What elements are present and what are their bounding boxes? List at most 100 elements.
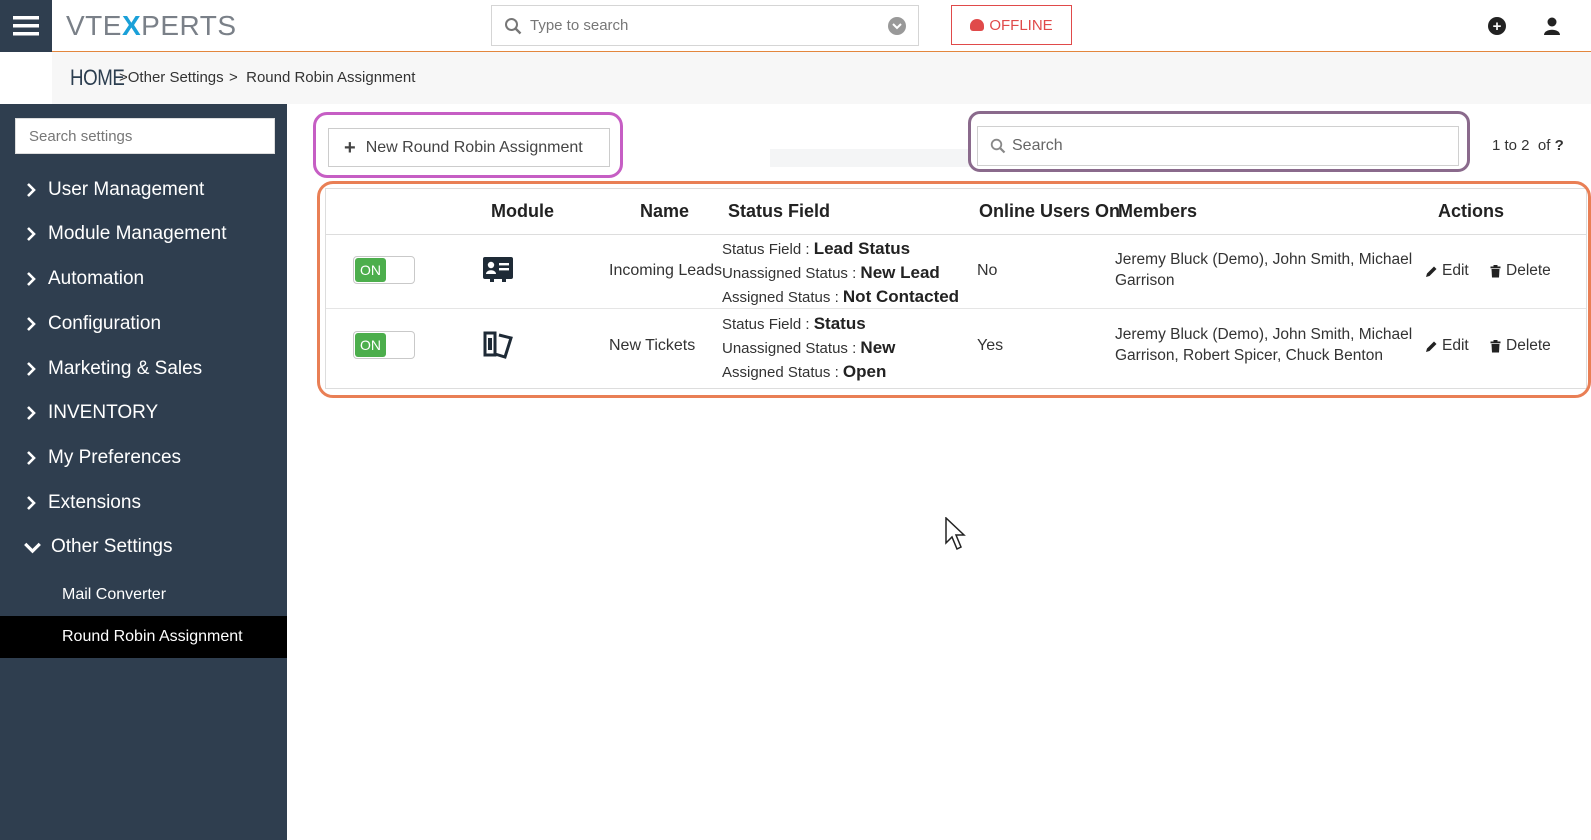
header-divider — [326, 234, 1586, 235]
sidebar-item-module-management[interactable]: Module Management — [0, 214, 287, 254]
toggle-on-label: ON — [355, 258, 386, 282]
status-field-label: Status Field : — [722, 241, 814, 258]
row-name: Incoming Leads — [609, 262, 722, 279]
online-users-value: Yes — [977, 337, 1004, 354]
chevron-right-icon — [27, 317, 36, 331]
logo-text-x: X — [121, 10, 142, 41]
sidebar-item-automation[interactable]: Automation — [0, 259, 287, 299]
edit-button[interactable]: Edit — [1425, 337, 1469, 355]
sidebar-item-label: Other Settings — [51, 536, 173, 557]
search-icon — [990, 138, 1006, 154]
round-robin-table: Module Name Status Field Online Users On… — [325, 188, 1587, 389]
sidebar-item-label: Configuration — [48, 313, 162, 334]
sidebar-item-inventory[interactable]: INVENTORY — [0, 393, 287, 433]
unassigned-value: New — [860, 338, 896, 357]
chevron-right-icon — [27, 406, 36, 420]
column-header-members: Members — [1118, 201, 1198, 221]
hamburger-icon — [13, 16, 39, 36]
settings-search-placeholder: Search settings — [29, 127, 133, 145]
pagination-info: 1 to 2 of ? — [1492, 137, 1564, 154]
breadcrumb: HOME >Other Settings > Round Robin Assig… — [52, 52, 1591, 104]
assigned-label: Assigned Status : — [722, 364, 843, 381]
sidebar-item-label: Extensions — [48, 492, 141, 513]
divider — [770, 149, 970, 167]
column-header-name: Name — [640, 201, 690, 221]
offline-label: OFFLINE — [989, 16, 1053, 34]
pager-range: 1 to 2 — [1492, 137, 1530, 154]
trash-icon — [1490, 264, 1501, 277]
logo-text-right: PERTS — [141, 10, 237, 41]
breadcrumb-level1: Other Settings — [127, 69, 224, 86]
chevron-right-icon — [27, 272, 36, 286]
sidebar-item-configuration[interactable]: Configuration — [0, 304, 287, 344]
row-name: New Tickets — [609, 337, 696, 354]
global-search-input[interactable] — [530, 17, 880, 34]
sidebar-item-label: Module Management — [48, 223, 227, 244]
chevron-right-icon — [27, 227, 36, 241]
contact-card-icon — [483, 257, 513, 282]
sidebar-item-label: Marketing & Sales — [48, 358, 203, 379]
list-search-box — [977, 126, 1459, 166]
top-bar: VTEXPERTS OFFLINE + — [0, 0, 1591, 52]
chevron-right-icon — [27, 496, 36, 510]
breadcrumb-separator: > — [229, 69, 238, 86]
settings-search-input[interactable]: Search settings — [15, 118, 275, 154]
tickets-icon — [483, 331, 513, 359]
delete-label: Delete — [1506, 337, 1551, 354]
sidebar-subitem-label: Round Robin Assignment — [62, 628, 243, 645]
online-users-value: No — [977, 262, 998, 279]
row-divider — [326, 308, 1586, 309]
offline-button[interactable]: OFFLINE — [951, 5, 1072, 45]
status-field-value: Status — [813, 314, 866, 333]
new-round-robin-button[interactable]: + New Round Robin Assignment — [328, 128, 610, 167]
offline-status-icon — [970, 19, 985, 31]
sidebar-item-label: User Management — [48, 179, 205, 200]
sidebar-subitem-round-robin-assignment[interactable]: Round Robin Assignment — [0, 616, 287, 658]
sidebar-subitem-mail-converter[interactable]: Mail Converter — [0, 574, 287, 616]
toggle-on-label: ON — [355, 333, 386, 357]
list-search-input[interactable] — [1012, 137, 1432, 155]
delete-button[interactable]: Delete — [1489, 337, 1551, 355]
sidebar-item-label: Automation — [48, 268, 145, 289]
pager-total[interactable]: ? — [1555, 137, 1564, 154]
status-field-value: Lead Status — [813, 239, 911, 258]
search-dropdown-icon[interactable] — [888, 17, 906, 35]
chevron-right-icon — [27, 451, 36, 465]
sidebar-item-label: My Preferences — [48, 447, 182, 468]
breadcrumb-separator: > — [119, 69, 128, 86]
sidebar-item-label: INVENTORY — [48, 402, 159, 423]
status-toggle[interactable]: ON — [353, 256, 415, 284]
sidebar-item-user-management[interactable]: User Management — [0, 170, 287, 210]
assigned-label: Assigned Status : — [722, 289, 843, 306]
delete-button[interactable]: Delete — [1489, 262, 1551, 280]
new-button-label: New Round Robin Assignment — [365, 138, 583, 156]
sidebar-item-extensions[interactable]: Extensions — [0, 483, 287, 523]
app-logo[interactable]: VTE X PERTS — [66, 10, 237, 41]
edit-label: Edit — [1442, 262, 1469, 279]
add-icon[interactable]: + — [1488, 17, 1506, 35]
chevron-right-icon — [27, 362, 36, 376]
edit-button[interactable]: Edit — [1425, 262, 1469, 280]
hamburger-menu-button[interactable] — [0, 0, 52, 52]
sidebar-item-my-preferences[interactable]: My Preferences — [0, 438, 287, 478]
user-icon[interactable] — [1542, 16, 1562, 36]
status-field-info: Status Field : Status Unassigned Status … — [722, 312, 895, 384]
sidebar-item-other-settings[interactable]: Other Settings — [0, 527, 287, 567]
unassigned-value: New Lead — [860, 263, 940, 282]
unassigned-label: Unassigned Status : — [722, 265, 861, 282]
status-toggle[interactable]: ON — [353, 331, 415, 359]
edit-label: Edit — [1442, 337, 1469, 354]
sidebar-subitem-label: Mail Converter — [62, 586, 167, 603]
breadcrumb-home[interactable]: HOME — [70, 65, 125, 91]
breadcrumb-other-settings[interactable]: >Other Settings — [119, 69, 224, 86]
column-header-online-users: Online Users On — [979, 201, 1121, 221]
plus-icon: + — [344, 136, 356, 159]
logo-text-left: VTE — [66, 10, 122, 41]
settings-sidebar: Search settings User Management Module M… — [0, 104, 287, 840]
members-list: Jeremy Bluck (Demo), John Smith, Michael… — [1115, 326, 1413, 364]
sidebar-item-marketing-sales[interactable]: Marketing & Sales — [0, 349, 287, 389]
mouse-cursor-icon — [945, 517, 966, 551]
assigned-value: Open — [842, 362, 887, 381]
chevron-down-icon — [24, 542, 41, 553]
status-field-info: Status Field : Lead Status Unassigned St… — [722, 237, 959, 309]
